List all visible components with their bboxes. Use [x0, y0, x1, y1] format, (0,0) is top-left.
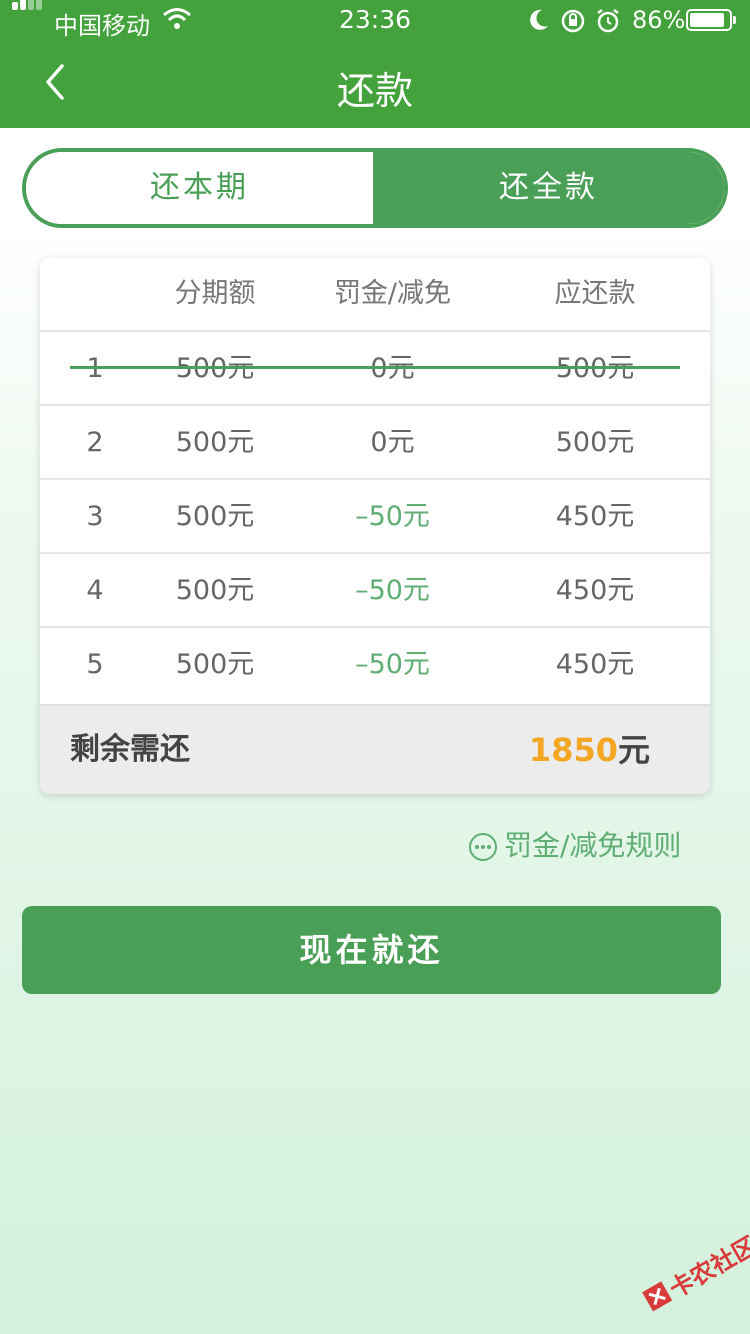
table-header: 分期额 罚金/减免 应还款 [40, 258, 710, 330]
more-icon [469, 833, 497, 861]
remaining-label: 剩余需还 [70, 732, 190, 767]
repayment-mode-switch: 还本期 还全款 [22, 148, 728, 228]
tab-full-repayment[interactable]: 还全款 [373, 152, 724, 224]
row-fine: –50元 [355, 501, 430, 532]
battery-icon [686, 9, 732, 31]
header-index [50, 258, 140, 330]
row-index: 3 [86, 501, 104, 532]
row-amount: 500元 [175, 649, 255, 680]
row-amount: 500元 [175, 501, 255, 532]
row-index: 4 [86, 575, 104, 606]
header-amount: 分期额 [174, 278, 256, 309]
remaining-unit: 元 [617, 731, 650, 769]
header-fine: 罚金/减免 [333, 278, 452, 309]
tab-current-period[interactable]: 还本期 [26, 152, 373, 224]
status-bar: 中国移动 23:36 86% [0, 0, 750, 40]
installment-table: 分期额 罚金/减免 应还款 1 500元 0元 500元 2 500元 0元 5… [40, 258, 710, 794]
row-amount: 500元 [175, 575, 255, 606]
rotation-lock-icon [561, 9, 585, 33]
community-watermark: 卡农社区 [632, 1225, 750, 1332]
row-due: 500元 [555, 353, 635, 384]
pay-now-button[interactable]: 现在就还 [22, 906, 721, 994]
row-index: 2 [86, 427, 104, 458]
table-row: 5 500元 –50元 450元 [40, 626, 710, 700]
battery-percent: 86% [632, 6, 686, 34]
alarm-icon [597, 9, 619, 33]
row-due: 450元 [555, 649, 635, 680]
row-fine: –50元 [355, 575, 430, 606]
row-fine: 0元 [370, 353, 415, 384]
row-index: 5 [86, 649, 104, 680]
row-due: 450元 [555, 501, 635, 532]
table-row: 1 500元 0元 500元 [40, 330, 710, 404]
remaining-number: 1850 [528, 731, 618, 769]
moon-icon [530, 9, 548, 30]
header-due: 应还款 [554, 278, 636, 309]
row-index: 1 [50, 332, 140, 406]
remaining-summary: 剩余需还 1850元 [40, 704, 710, 794]
watermark-label: 卡农社区 [664, 1231, 750, 1304]
app-header: 中国移动 23:36 86% 还款 [0, 0, 750, 128]
row-fine: 0元 [370, 427, 415, 458]
row-due: 450元 [555, 575, 635, 606]
table-row: 3 500元 –50元 450元 [40, 478, 710, 552]
row-due: 500元 [555, 427, 635, 458]
battery-nub [733, 16, 736, 24]
table-row: 4 500元 –50元 450元 [40, 552, 710, 626]
row-amount: 500元 [175, 353, 255, 384]
fine-rules-label: 罚金/减免规则 [504, 829, 682, 862]
remaining-amount: 1850元 [529, 706, 650, 794]
table-row: 2 500元 0元 500元 [40, 404, 710, 478]
paid-strikethrough [70, 366, 680, 369]
row-fine: –50元 [355, 649, 430, 680]
page-title: 还款 [336, 69, 413, 113]
row-amount: 500元 [175, 427, 255, 458]
